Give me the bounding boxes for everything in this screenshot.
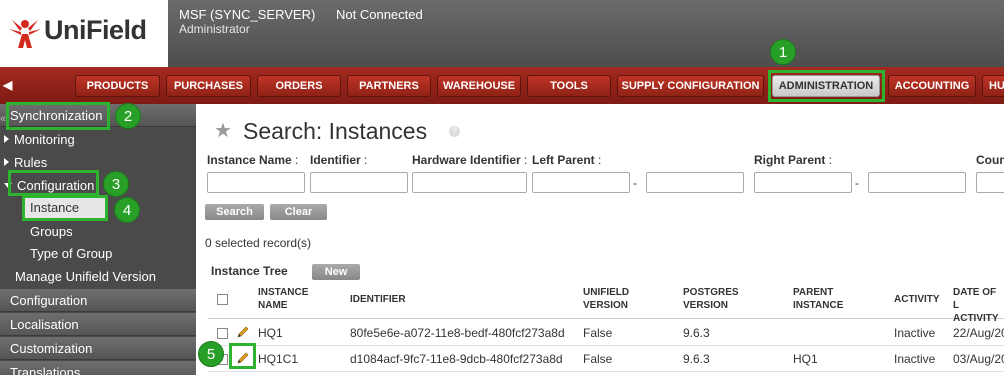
callout-4: 4 bbox=[114, 197, 140, 223]
main-content: ★ Search: Instances ? Instance Name : Id… bbox=[196, 104, 1004, 375]
sidebar: « Synchronization Monitoring Rules Confi… bbox=[0, 104, 196, 375]
sidebar-section-configuration[interactable]: Configuration bbox=[0, 289, 196, 312]
sidebar-section-localisation[interactable]: Localisation bbox=[0, 313, 196, 336]
left-parent-to-input[interactable] bbox=[646, 172, 744, 193]
col-postgres-version[interactable]: POSTGRES VERSION bbox=[683, 286, 739, 312]
instance-tree-title: Instance Tree bbox=[211, 264, 288, 278]
table-row[interactable]: HQ1C1 d1084acf-9fc7-11e8-9dcb-480fcf273a… bbox=[208, 346, 1004, 372]
highlight-edit-pencil bbox=[229, 343, 256, 369]
range-dash: - bbox=[633, 176, 637, 190]
cell-unifield-version: False bbox=[583, 326, 613, 340]
cell-instance-name: HQ1C1 bbox=[258, 352, 299, 366]
sidebar-item-rules[interactable]: Rules bbox=[4, 155, 47, 170]
filter-label-right-parent: Right Parent : bbox=[754, 153, 833, 167]
filter-label-identifier: Identifier : bbox=[310, 153, 368, 167]
sidebar-item-monitoring[interactable]: Monitoring bbox=[4, 132, 75, 147]
sidebar-item-type-of-group[interactable]: Type of Group bbox=[30, 246, 112, 261]
sidebar-item-groups[interactable]: Groups bbox=[30, 224, 73, 239]
left-parent-from-input[interactable] bbox=[532, 172, 630, 193]
user-name: Administrator bbox=[179, 22, 250, 36]
logo-text: UniField bbox=[44, 15, 147, 45]
right-parent-from-input[interactable] bbox=[754, 172, 852, 193]
col-unifield-version[interactable]: UNIFIELD VERSION bbox=[583, 286, 629, 312]
filter-label-hardware-identifier: Hardware Identifier : bbox=[412, 153, 528, 167]
col-parent-instance[interactable]: PARENT INSTANCE bbox=[793, 286, 843, 312]
database-name: MSF (SYNC_SERVER) bbox=[179, 7, 316, 22]
table-header: INSTANCE NAME IDENTIFIER UNIFIELD VERSION … bbox=[208, 282, 1004, 324]
callout-2: 2 bbox=[115, 103, 141, 129]
callout-5: 5 bbox=[198, 341, 224, 367]
menu-partners[interactable]: PARTNERS bbox=[347, 75, 431, 97]
app-root: UniField MSF (SYNC_SERVER) Not Connected… bbox=[0, 0, 1004, 375]
callout-3: 3 bbox=[103, 171, 129, 197]
country-input[interactable] bbox=[976, 172, 1004, 193]
left-arrow-icon[interactable]: ◀ bbox=[3, 78, 12, 92]
help-icon[interactable]: ? bbox=[449, 126, 460, 137]
expand-arrow-icon bbox=[4, 158, 9, 166]
cell-identifier: 80fe5e6e-a072-11e8-bedf-480fcf273a8d bbox=[350, 326, 565, 340]
filter-label-instance-name: Instance Name : bbox=[207, 153, 299, 167]
cell-postgres-version: 9.6.3 bbox=[683, 326, 710, 340]
logo[interactable]: UniField bbox=[0, 0, 168, 67]
cell-activity: Inactive bbox=[894, 352, 936, 366]
menu-tools[interactable]: TOOLS bbox=[527, 75, 611, 97]
cell-parent-instance: HQ1 bbox=[793, 352, 818, 366]
instance-name-input[interactable] bbox=[207, 172, 305, 193]
sidebar-section-translations[interactable]: Translations bbox=[0, 361, 196, 375]
page-title: Search: Instances bbox=[243, 118, 428, 144]
sidebar-section-customization[interactable]: Customization bbox=[0, 337, 196, 360]
menu-supply-configuration[interactable]: SUPPLY CONFIGURATION bbox=[617, 75, 764, 97]
highlight-synchronization bbox=[6, 102, 110, 130]
col-identifier[interactable]: IDENTIFIER bbox=[350, 293, 406, 306]
search-button[interactable]: Search bbox=[205, 204, 264, 220]
highlight-instance bbox=[22, 195, 108, 221]
cell-unifield-version: False bbox=[583, 352, 613, 366]
identifier-input[interactable] bbox=[310, 172, 408, 193]
callout-1: 1 bbox=[770, 39, 796, 65]
selected-count: 0 selected record(s) bbox=[205, 236, 312, 250]
expand-arrow-icon bbox=[4, 135, 9, 143]
menu-accounting[interactable]: ACCOUNTING bbox=[888, 75, 976, 97]
filter-label-country: Coun bbox=[976, 153, 1004, 167]
cell-instance-name: HQ1 bbox=[258, 326, 283, 340]
menu-hu[interactable]: HU bbox=[982, 75, 1004, 97]
highlight-administration bbox=[768, 70, 885, 102]
select-all-checkbox[interactable] bbox=[217, 294, 228, 305]
cell-date-of-last-activity: 03/Aug/20 bbox=[953, 352, 1004, 366]
menu-warehouse[interactable]: WAREHOUSE bbox=[437, 75, 521, 97]
table-row[interactable]: HQ1 80fe5e6e-a072-11e8-bedf-480fcf273a8d… bbox=[208, 320, 1004, 346]
col-activity[interactable]: ACTIVITY bbox=[894, 293, 940, 306]
header-bar: MSF (SYNC_SERVER) Not Connected Administ… bbox=[168, 0, 1004, 67]
menu-orders[interactable]: ORDERS bbox=[257, 75, 341, 97]
cell-activity: Inactive bbox=[894, 326, 936, 340]
favorite-star-icon[interactable]: ★ bbox=[214, 118, 232, 143]
col-instance-name[interactable]: INSTANCE NAME bbox=[258, 286, 308, 312]
hardware-identifier-input[interactable] bbox=[412, 172, 527, 193]
range-dash: - bbox=[855, 176, 859, 190]
highlight-configuration bbox=[8, 170, 99, 196]
cell-identifier: d1084acf-9fc7-11e8-9dcb-480fcf273a8d bbox=[350, 352, 563, 366]
cell-postgres-version: 9.6.3 bbox=[683, 352, 710, 366]
new-button[interactable]: New bbox=[312, 264, 360, 280]
row-checkbox[interactable] bbox=[217, 328, 228, 339]
filter-label-left-parent: Left Parent : bbox=[532, 153, 602, 167]
menu-purchases[interactable]: PURCHASES bbox=[166, 75, 251, 97]
right-parent-to-input[interactable] bbox=[868, 172, 966, 193]
menu-products[interactable]: PRODUCTS bbox=[75, 75, 160, 97]
sidebar-item-manage-unifield-version[interactable]: Manage Unifield Version bbox=[15, 269, 156, 284]
clear-button[interactable]: Clear bbox=[270, 204, 327, 220]
cell-date-of-last-activity: 22/Aug/20 bbox=[953, 326, 1004, 340]
connection-status: Not Connected bbox=[336, 7, 423, 22]
unifield-logo-icon bbox=[9, 20, 41, 48]
edit-pencil-icon[interactable] bbox=[236, 325, 250, 339]
